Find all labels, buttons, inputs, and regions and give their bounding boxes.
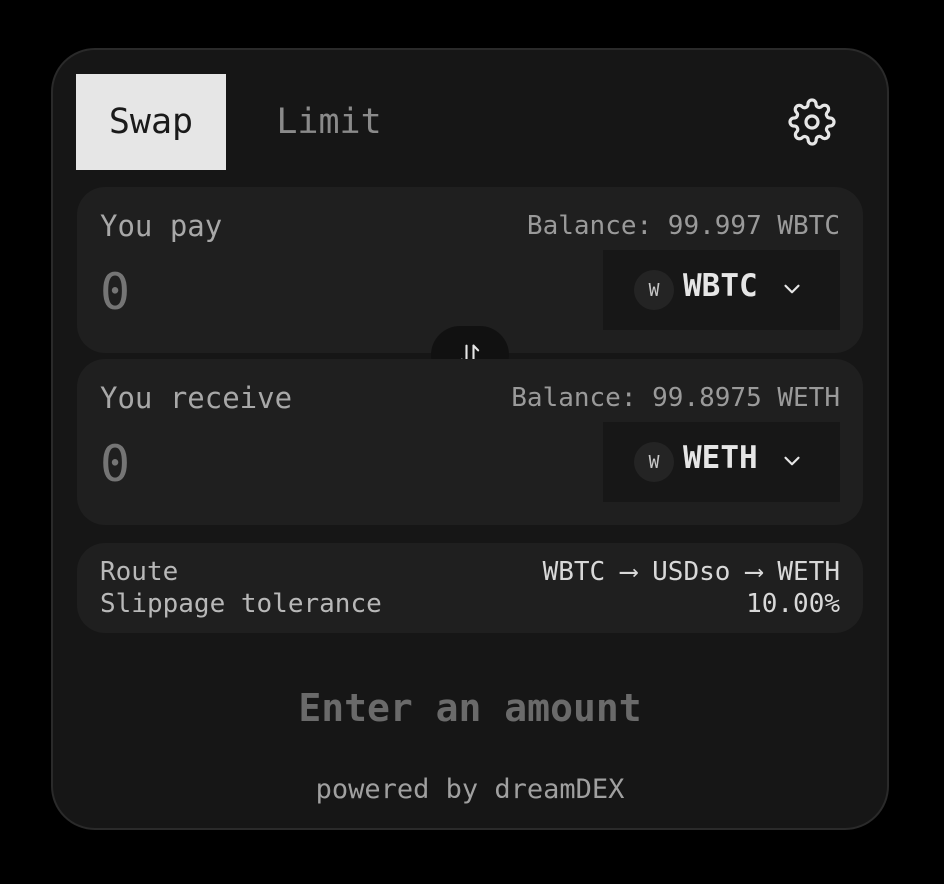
tab-swap[interactable]: Swap bbox=[76, 74, 226, 170]
token-logo: W bbox=[634, 442, 674, 482]
chevron-down-icon bbox=[784, 456, 800, 466]
receive-token-symbol: WETH bbox=[683, 440, 758, 476]
tab-limit[interactable]: Limit bbox=[254, 74, 404, 170]
receive-token-selector[interactable]: W WETH bbox=[603, 422, 840, 502]
settings-button[interactable] bbox=[788, 98, 836, 146]
pay-amount-input[interactable] bbox=[100, 259, 520, 325]
pay-label: You pay bbox=[100, 209, 223, 243]
trade-details-panel: Route WBTC ⟶ USDso ⟶ WETH Slippage toler… bbox=[77, 543, 863, 633]
receive-panel: You receive Balance: 99.8975 WETH W WETH bbox=[77, 359, 863, 525]
gear-icon bbox=[788, 98, 836, 146]
enter-amount-button[interactable]: Enter an amount bbox=[77, 666, 863, 750]
slippage-label: Slippage tolerance bbox=[100, 589, 382, 619]
token-logo: W bbox=[634, 270, 674, 310]
pay-token-symbol: WBTC bbox=[683, 268, 758, 304]
receive-label: You receive bbox=[100, 381, 293, 415]
receive-amount-input[interactable] bbox=[100, 431, 520, 497]
route-value: WBTC ⟶ USDso ⟶ WETH bbox=[542, 557, 840, 587]
receive-balance: Balance: 99.8975 WETH bbox=[511, 383, 840, 413]
route-label: Route bbox=[100, 557, 179, 587]
pay-token-selector[interactable]: W WBTC bbox=[603, 250, 840, 330]
powered-by-footer: powered by dreamDEX bbox=[315, 774, 625, 805]
chevron-down-icon bbox=[784, 284, 800, 294]
slippage-value: 10.00% bbox=[746, 589, 840, 619]
pay-balance: Balance: 99.997 WBTC bbox=[526, 211, 840, 241]
